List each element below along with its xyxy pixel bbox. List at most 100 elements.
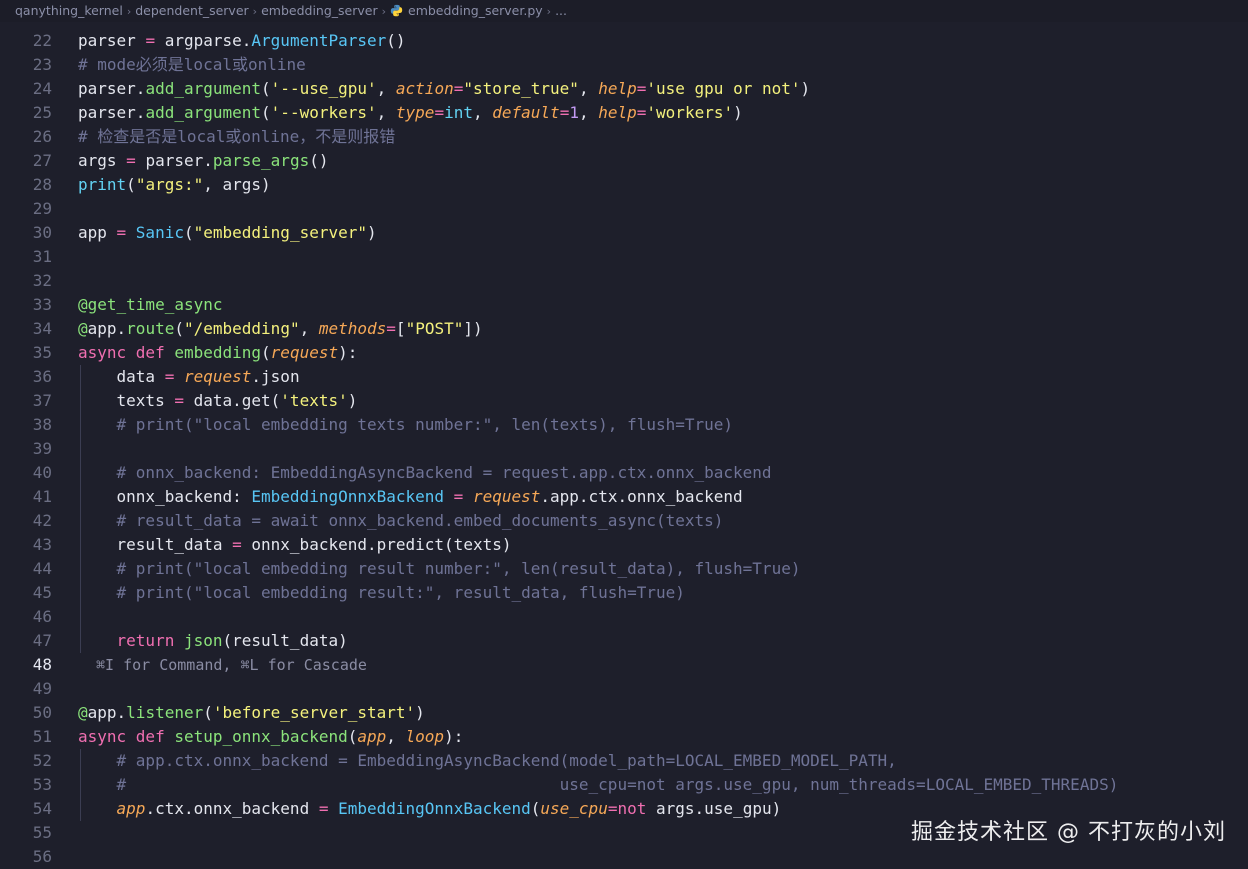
- line-number: 25: [32, 103, 52, 122]
- code-line[interactable]: 39: [0, 437, 1248, 461]
- code-token: ):: [338, 343, 358, 362]
- code-token: default: [492, 103, 560, 122]
- code-line[interactable]: 49: [0, 677, 1248, 701]
- code-token: =: [232, 535, 252, 554]
- code-token: app: [78, 223, 117, 242]
- line-number: 42: [32, 511, 52, 530]
- code-line[interactable]: 31: [0, 245, 1248, 269]
- code-line[interactable]: 47 return json(result_data): [0, 629, 1248, 653]
- code-token: async def: [78, 727, 175, 746]
- code-text: data = request.json: [78, 365, 300, 389]
- code-token: data: [78, 367, 165, 386]
- code-line[interactable]: 23 # mode必须是local或online: [0, 53, 1248, 77]
- code-token: parser.: [78, 103, 146, 122]
- code-token: 'workers': [646, 103, 734, 122]
- code-token: "embedding_server": [193, 223, 367, 242]
- breadcrumb-item-dependent-server[interactable]: dependent_server: [135, 3, 248, 18]
- code-token: onnx_backend:: [78, 487, 252, 506]
- code-token: ): [347, 391, 358, 410]
- code-token: parse_args: [212, 151, 310, 170]
- code-line[interactable]: 45 # print("local embedding result:", re…: [0, 581, 1248, 605]
- line-number: 27: [32, 151, 52, 170]
- code-line[interactable]: 34 @app.route("/embedding", methods=["POS…: [0, 317, 1248, 341]
- code-token: # app.ctx.onnx_backend = EmbeddingAsyncB…: [116, 751, 897, 770]
- code-text: texts = data.get('texts'): [78, 389, 358, 413]
- code-line[interactable]: 36 data = request.json: [0, 365, 1248, 389]
- code-line[interactable]: 33 @get_time_async: [0, 293, 1248, 317]
- code-token: ,: [472, 103, 493, 122]
- code-line[interactable]: 53 # use_cpu=not args.use_gpu, num_threa…: [0, 773, 1248, 797]
- code-line[interactable]: 25 parser.add_argument('--workers', type=…: [0, 101, 1248, 125]
- code-token: listener: [126, 703, 204, 722]
- code-line[interactable]: 43 result_data = onnx_backend.predict(te…: [0, 533, 1248, 557]
- code-line[interactable]: 52 # app.ctx.onnx_backend = EmbeddingAsy…: [0, 749, 1248, 773]
- code-token: "POST": [405, 319, 464, 338]
- code-editor[interactable]: 22 parser = argparse.ArgumentParser() 23 # …: [0, 29, 1248, 869]
- breadcrumb-item-root[interactable]: qanything_kernel: [15, 3, 123, 18]
- code-token: (: [183, 223, 194, 242]
- code-token: setup_onnx_backend: [174, 727, 348, 746]
- line-number: 22: [32, 31, 52, 50]
- code-line[interactable]: 50 @app.listener('before_server_start'): [0, 701, 1248, 725]
- line-number: 47: [32, 631, 52, 650]
- code-line[interactable]: 42 # result_data = await onnx_backend.em…: [0, 509, 1248, 533]
- code-text: result_data = onnx_backend.predict(texts…: [78, 533, 512, 557]
- line-number: 26: [32, 127, 52, 146]
- code-text: # use_cpu=not args.use_gpu, num_threads=…: [78, 773, 1119, 797]
- code-token: =: [174, 391, 194, 410]
- code-token: @get_time_async: [78, 295, 223, 314]
- code-line[interactable]: 41 onnx_backend: EmbeddingOnnxBackend = …: [0, 485, 1248, 509]
- code-token: ,: [386, 727, 406, 746]
- code-token: =: [164, 367, 184, 386]
- code-line[interactable]: 48 ⌘I for Command, ⌘L for Cascade: [0, 653, 1248, 677]
- code-token: 'texts': [280, 391, 348, 410]
- line-number: 48: [32, 655, 52, 674]
- breadcrumb-item-file[interactable]: embedding_server.py: [408, 3, 543, 18]
- code-token: loop: [405, 727, 445, 746]
- code-line[interactable]: 40 # onnx_backend: EmbeddingAsyncBackend…: [0, 461, 1248, 485]
- line-number: 54: [32, 799, 52, 818]
- code-token: =: [318, 799, 339, 818]
- code-token: parser.: [78, 79, 146, 98]
- code-token: parser.: [145, 151, 213, 170]
- code-token: (: [530, 799, 541, 818]
- code-line[interactable]: 28 print("args:", args): [0, 173, 1248, 197]
- code-token: =: [559, 103, 570, 122]
- code-line[interactable]: 51 async def setup_onnx_backend(app, loop…: [0, 725, 1248, 749]
- code-line[interactable]: 29: [0, 197, 1248, 221]
- code-token: # 检查是否是local或online，不是则报错: [78, 127, 396, 146]
- breadcrumb-item-more[interactable]: ...: [555, 3, 567, 18]
- code-line[interactable]: 46: [0, 605, 1248, 629]
- code-line[interactable]: 30 app = Sanic("embedding_server"): [0, 221, 1248, 245]
- code-text: # print("local embedding result number:"…: [78, 557, 801, 581]
- code-line[interactable]: 56: [0, 845, 1248, 869]
- code-line[interactable]: 35 async def embedding(request):: [0, 341, 1248, 365]
- code-line[interactable]: 27 args = parser.parse_args(): [0, 149, 1248, 173]
- code-token: type: [395, 103, 435, 122]
- code-token: '--workers': [270, 103, 377, 122]
- line-number: 40: [32, 463, 52, 482]
- code-token: args.use_gpu): [656, 799, 782, 818]
- code-line[interactable]: 44 # print("local embedding result numbe…: [0, 557, 1248, 581]
- code-line[interactable]: 32: [0, 269, 1248, 293]
- code-line[interactable]: 38 # print("local embedding texts number…: [0, 413, 1248, 437]
- inline-hint: ⌘I for Command, ⌘L for Cascade: [96, 656, 367, 674]
- code-line[interactable]: 22 parser = argparse.ArgumentParser(): [0, 29, 1248, 53]
- code-token: "store_true": [463, 79, 579, 98]
- code-token: async def: [78, 343, 175, 362]
- code-line[interactable]: 37 texts = data.get('texts'): [0, 389, 1248, 413]
- code-token: request: [472, 487, 541, 506]
- code-token: methods: [318, 319, 387, 338]
- line-number: 28: [32, 175, 52, 194]
- code-token: =: [145, 31, 165, 50]
- code-token: (: [261, 343, 271, 362]
- code-text: parser.add_argument('--workers', type=in…: [78, 101, 743, 125]
- code-token: request: [270, 343, 339, 362]
- code-line[interactable]: 24 parser.add_argument('--use_gpu', actio…: [0, 77, 1248, 101]
- breadcrumb-item-embedding-server[interactable]: embedding_server: [261, 3, 378, 18]
- code-line[interactable]: 26 # 检查是否是local或online，不是则报错: [0, 125, 1248, 149]
- code-text: # onnx_backend: EmbeddingAsyncBackend = …: [78, 461, 772, 485]
- code-token: "/embedding": [183, 319, 300, 338]
